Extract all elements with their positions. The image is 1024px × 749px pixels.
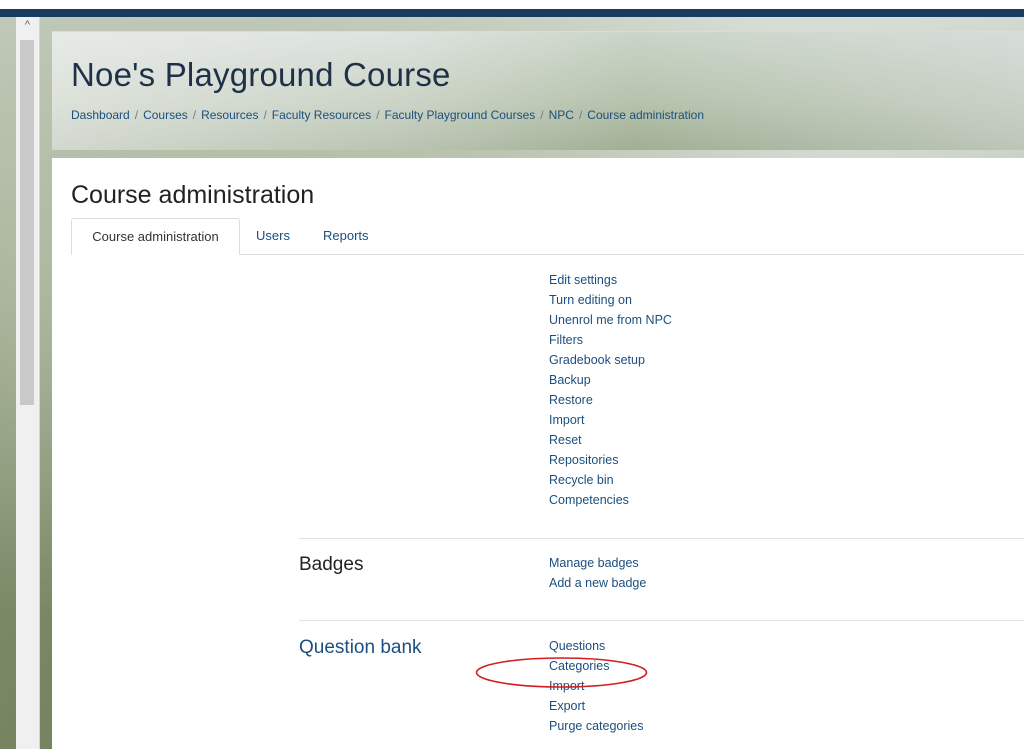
repositories-link[interactable]: Repositories	[549, 453, 618, 467]
tab-reports[interactable]: Reports	[323, 218, 369, 253]
list-item: Add a new badge	[549, 573, 646, 593]
list-item: Recycle bin	[549, 470, 672, 490]
breadcrumb-separator: /	[192, 108, 197, 122]
page-title: Course administration	[71, 181, 315, 209]
breadcrumb-separator: /	[578, 108, 583, 122]
list-item: Questions	[549, 636, 644, 656]
list-item: Reset	[549, 430, 672, 450]
breadcrumb: Dashboard / Courses / Resources / Faculty Reso…	[71, 108, 704, 122]
tab-course-administration[interactable]: Course administration	[71, 218, 240, 255]
question-bank-section-title[interactable]: Question bank	[299, 637, 422, 659]
list-item: Gradebook setup	[549, 350, 672, 370]
list-item: Competencies	[549, 490, 672, 510]
breadcrumb-courses[interactable]: Courses	[143, 108, 188, 122]
import-link[interactable]: Import	[549, 413, 584, 427]
list-item: Backup	[549, 370, 672, 390]
breadcrumb-separator: /	[134, 108, 139, 122]
unenrol-link[interactable]: Unenrol me from NPC	[549, 313, 672, 327]
top-bar	[0, 0, 1024, 17]
turn-editing-on-link[interactable]: Turn editing on	[549, 293, 632, 307]
list-item: Purge categories	[549, 716, 644, 736]
backup-link[interactable]: Backup	[549, 373, 591, 387]
list-item: Restore	[549, 390, 672, 410]
tab-bar: Course administration Users Reports	[71, 218, 1024, 255]
edit-settings-link[interactable]: Edit settings	[549, 273, 617, 287]
list-item: Import	[549, 410, 672, 430]
list-item: Manage badges	[549, 553, 646, 573]
list-item: Edit settings	[549, 270, 672, 290]
scrollbar[interactable]: ^	[16, 17, 40, 749]
manage-badges-link[interactable]: Manage badges	[549, 556, 639, 570]
breadcrumb-npc[interactable]: NPC	[549, 108, 574, 122]
add-new-badge-link[interactable]: Add a new badge	[549, 576, 646, 590]
questions-link[interactable]: Questions	[549, 639, 605, 653]
breadcrumb-dashboard[interactable]: Dashboard	[71, 108, 130, 122]
list-item: Export	[549, 696, 644, 716]
breadcrumb-separator: /	[263, 108, 267, 122]
gradebook-setup-link[interactable]: Gradebook setup	[549, 353, 645, 367]
badges-section-title: Badges	[299, 554, 364, 575]
breadcrumb-resources[interactable]: Resources	[201, 108, 258, 122]
purge-categories-link[interactable]: Purge categories	[549, 719, 644, 733]
recycle-bin-link[interactable]: Recycle bin	[549, 473, 614, 487]
competencies-link[interactable]: Competencies	[549, 493, 629, 507]
scroll-up-arrow-icon[interactable]: ^	[16, 17, 39, 34]
list-item: Unenrol me from NPC	[549, 310, 672, 330]
section-divider	[299, 620, 1024, 621]
filters-link[interactable]: Filters	[549, 333, 583, 347]
reset-link[interactable]: Reset	[549, 433, 582, 447]
top-bar-line	[0, 9, 1024, 17]
course-title: Noe's Playground Course	[71, 56, 451, 93]
scroll-thumb[interactable]	[20, 40, 34, 405]
course-settings-links: Edit settings Turn editing on Unenrol me…	[549, 270, 672, 510]
breadcrumb-faculty-resources[interactable]: Faculty Resources	[272, 108, 371, 122]
list-item: Repositories	[549, 450, 672, 470]
restore-link[interactable]: Restore	[549, 393, 593, 407]
page-header: Noe's Playground Course Dashboard / Course…	[52, 31, 1024, 150]
list-item: Filters	[549, 330, 672, 350]
section-divider	[299, 538, 1024, 539]
list-item: Turn editing on	[549, 290, 672, 310]
breadcrumb-separator: /	[540, 108, 544, 122]
highlight-ellipse-annotation	[475, 657, 648, 688]
badges-links: Manage badges Add a new badge	[549, 553, 646, 593]
breadcrumb-course-administration[interactable]: Course administration	[587, 108, 704, 122]
tab-users[interactable]: Users	[256, 218, 290, 253]
breadcrumb-separator: /	[376, 108, 380, 122]
breadcrumb-faculty-playground-courses[interactable]: Faculty Playground Courses	[385, 108, 536, 122]
export-link[interactable]: Export	[549, 699, 585, 713]
